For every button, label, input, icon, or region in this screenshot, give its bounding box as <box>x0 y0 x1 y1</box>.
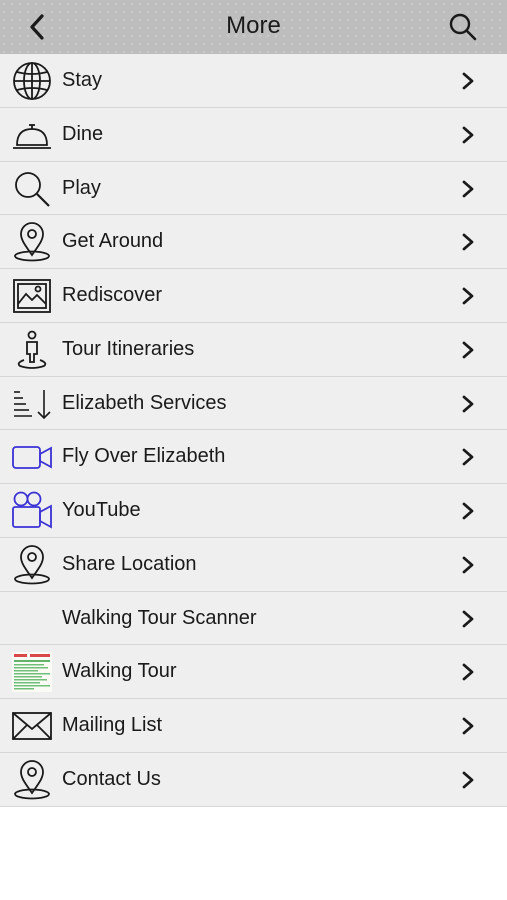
chevron-right-icon <box>462 395 474 412</box>
page-title: More <box>226 12 281 39</box>
map-pin-icon <box>14 759 50 800</box>
menu-item-dine[interactable]: Dine <box>0 107 507 162</box>
menu-item-label: Share Location <box>62 552 197 575</box>
sort-descending-icon <box>14 389 51 419</box>
chevron-right-icon <box>462 126 474 144</box>
menu-item-label: Contact Us <box>62 767 161 790</box>
menu-item-rediscover[interactable]: Rediscover <box>0 269 507 323</box>
menu-item-label: Fly Over Elizabeth <box>62 445 226 468</box>
menu-item-label: Elizabeth Services <box>62 391 227 414</box>
chevron-right-icon <box>462 180 474 197</box>
menu-item-label: Walking Tour <box>62 660 177 683</box>
empty-area <box>0 808 507 900</box>
menu-item-label: Stay <box>62 69 103 91</box>
menu-item-elizabeth-services[interactable]: Elizabeth Services <box>0 376 507 431</box>
menu-item-tour-itineraries[interactable]: Tour Itineraries <box>0 322 507 377</box>
map-pin-icon <box>14 222 50 262</box>
chevron-right-icon <box>462 287 474 305</box>
picture-icon <box>13 279 51 313</box>
chevron-right-icon <box>462 610 474 627</box>
map-pin-icon <box>14 544 50 585</box>
chevron-right-icon <box>462 663 474 681</box>
chevron-right-icon <box>462 771 474 789</box>
movie-camera-icon <box>12 491 52 529</box>
chevron-right-icon <box>462 717 474 735</box>
video-camera-icon <box>12 446 52 470</box>
menu-item-label: Tour Itineraries <box>62 337 195 360</box>
menu-item-fly-over-elizabeth[interactable]: Fly Over Elizabeth <box>0 430 507 484</box>
chevron-right-icon <box>462 448 474 466</box>
chevron-right-icon <box>462 72 474 90</box>
menu-item-share-location[interactable]: Share Location <box>0 537 507 592</box>
menu-item-label: Get Around <box>62 230 164 253</box>
menu-item-label: YouTube <box>62 499 141 521</box>
person-on-pin-icon <box>17 330 47 369</box>
menu-list: Stay Dine Play Get Around Rediscover Tou… <box>0 54 507 807</box>
walking-tour-thumbnail <box>12 652 52 693</box>
chevron-right-icon <box>462 233 474 251</box>
chevron-right-icon <box>462 341 474 359</box>
chevron-right-icon <box>462 556 474 574</box>
menu-item-label: Mailing List <box>62 714 163 736</box>
menu-item-label: Play <box>62 176 101 199</box>
search-icon <box>449 13 477 41</box>
menu-item-youtube[interactable]: YouTube <box>0 484 507 538</box>
chevron-right-icon <box>462 502 474 520</box>
search-button[interactable] <box>446 11 480 43</box>
menu-item-stay[interactable]: Stay <box>0 54 507 108</box>
menu-item-walking-tour-scanner[interactable]: Walking Tour Scanner <box>0 591 507 646</box>
menu-item-play[interactable]: Play <box>0 161 507 216</box>
globe-icon <box>13 62 51 100</box>
service-bell-icon <box>13 123 51 149</box>
menu-item-mailing-list[interactable]: Mailing List <box>0 699 507 753</box>
search-icon <box>15 171 50 207</box>
menu-item-walking-tour[interactable]: Walking Tour <box>0 645 507 699</box>
envelope-icon <box>12 712 52 740</box>
menu-item-label: Dine <box>62 122 104 145</box>
menu-item-get-around[interactable]: Get Around <box>0 215 507 269</box>
menu-item-label: Rediscover <box>62 284 163 306</box>
menu-item-contact-us[interactable]: Contact Us <box>0 752 507 807</box>
navbar: More <box>0 0 507 54</box>
menu-item-label: Walking Tour Scanner <box>62 606 257 629</box>
